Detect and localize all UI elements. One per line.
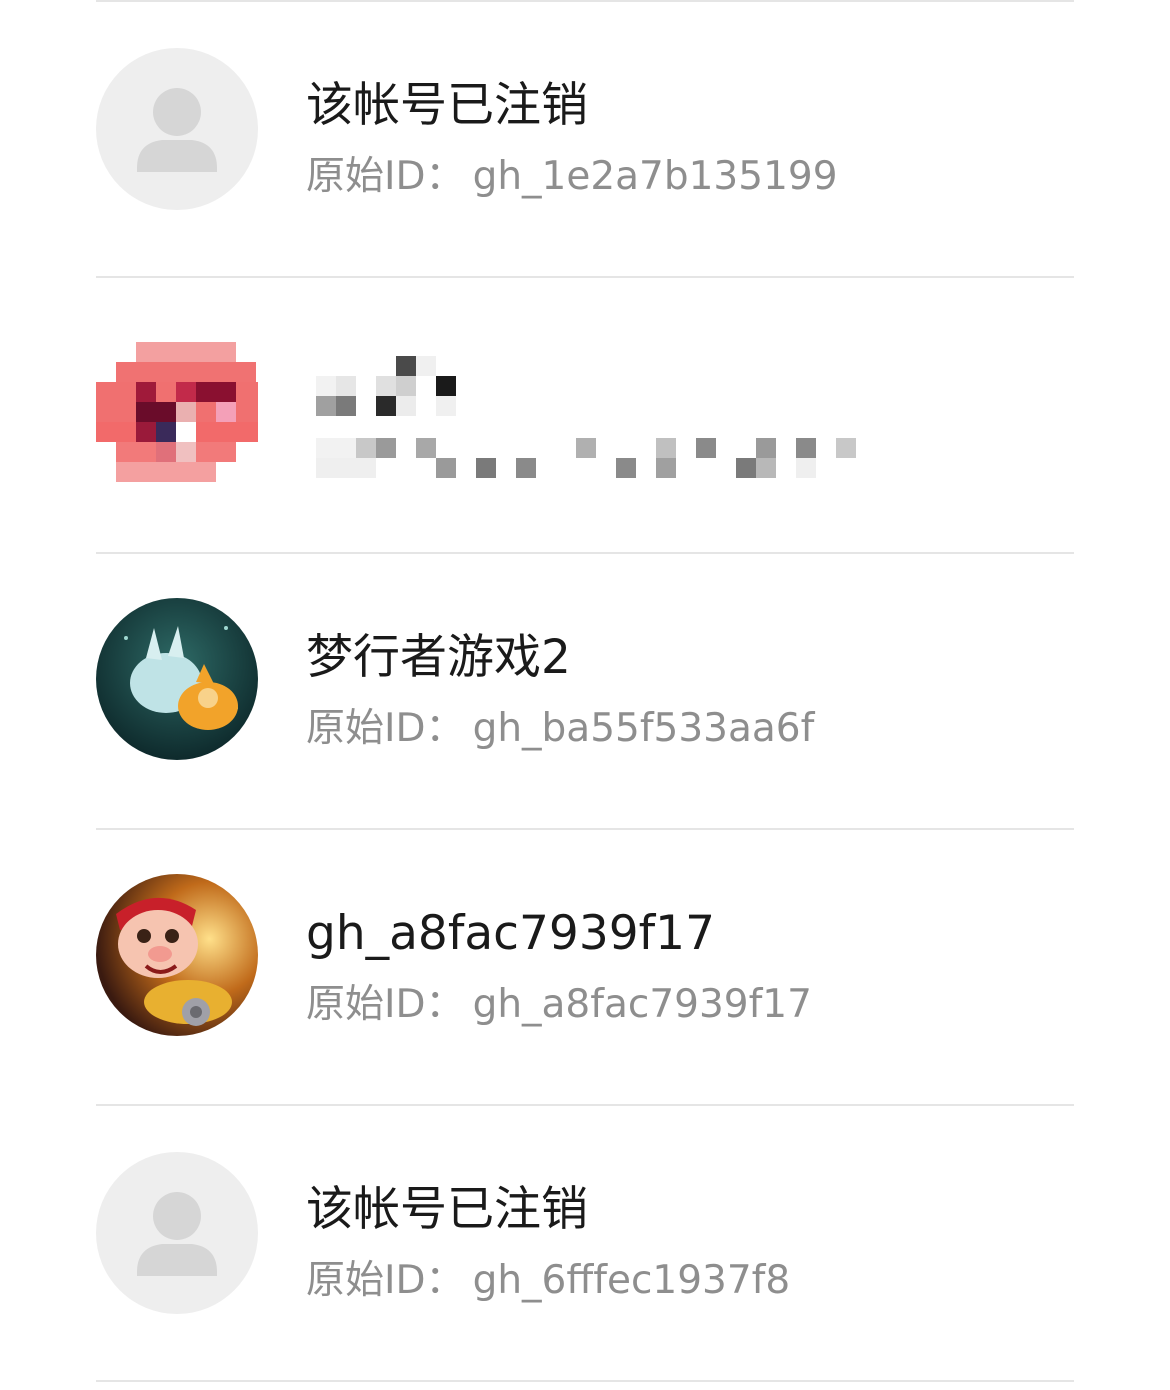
cartoon-pig-avatar bbox=[96, 874, 258, 1036]
original-id-line: 原始ID： gh_a8fac7939f17 bbox=[306, 985, 812, 1024]
original-id-label: 原始ID bbox=[306, 154, 426, 199]
original-id-label: 原始ID bbox=[306, 982, 426, 1027]
original-id-separator: ： bbox=[425, 1258, 465, 1303]
account-name: 该帐号已注销 bbox=[306, 1182, 588, 1237]
account-row[interactable] bbox=[0, 278, 1170, 552]
original-id-value: gh_a8fac7939f17 bbox=[472, 982, 812, 1027]
original-id-separator: ： bbox=[425, 706, 465, 751]
original-id-separator: ： bbox=[425, 154, 465, 199]
account-row[interactable]: 该帐号已注销 原始ID： gh_6fffec1937f8 bbox=[0, 1106, 1170, 1380]
original-id-value: gh_6fffec1937f8 bbox=[472, 1258, 791, 1303]
original-id-line: 原始ID： gh_1e2a7b135199 bbox=[306, 157, 838, 196]
original-id-label: 原始ID bbox=[306, 1258, 426, 1303]
original-id-line: 原始ID： gh_6fffec1937f8 bbox=[306, 1261, 790, 1300]
original-id-separator: ： bbox=[425, 982, 465, 1027]
account-row[interactable]: gh_a8fac7939f17 原始ID： gh_a8fac7939f17 bbox=[0, 830, 1170, 1104]
account-row[interactable]: 该帐号已注销 原始ID： gh_1e2a7b135199 bbox=[0, 2, 1170, 276]
original-id-value: gh_1e2a7b135199 bbox=[472, 154, 838, 199]
pixelated-subtitle bbox=[316, 438, 856, 478]
default-person-icon bbox=[96, 1152, 258, 1314]
original-id-value: gh_ba55f533aa6f bbox=[472, 706, 815, 751]
account-name: 该帐号已注销 bbox=[306, 78, 588, 133]
default-person-icon bbox=[96, 48, 258, 210]
account-name: 梦行者游戏2 bbox=[306, 630, 571, 685]
account-row[interactable]: 梦行者游戏2 原始ID： gh_ba55f533aa6f bbox=[0, 554, 1170, 828]
divider bbox=[96, 1380, 1074, 1382]
pixelated-name bbox=[316, 356, 456, 416]
original-id-line: 原始ID： gh_ba55f533aa6f bbox=[306, 709, 814, 748]
game-character-avatar bbox=[96, 598, 258, 760]
pixelated-avatar bbox=[96, 322, 258, 484]
account-name: gh_a8fac7939f17 bbox=[306, 906, 715, 961]
original-id-label: 原始ID bbox=[306, 706, 426, 751]
